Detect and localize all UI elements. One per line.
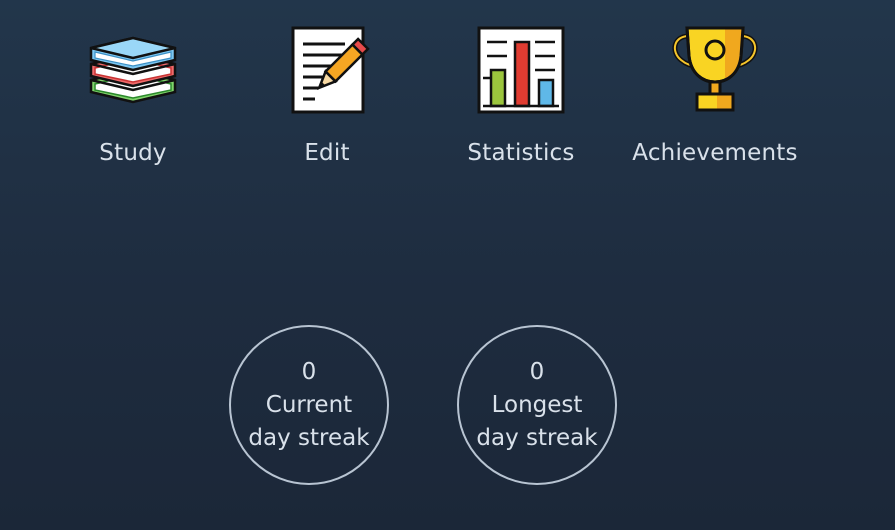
study-button[interactable]: Study (43, 22, 223, 182)
longest-streak-label-line1: Longest (491, 391, 583, 418)
longest-streak-label-line2: day streak (476, 424, 598, 451)
statistics-label: Statistics (467, 140, 575, 166)
trophy-icon (667, 22, 763, 118)
edit-document-icon (279, 22, 375, 118)
study-label: Study (99, 140, 167, 166)
achievements-button[interactable]: Achievements (625, 22, 805, 182)
achievements-label: Achievements (632, 140, 798, 166)
current-streak-label-line1: Current (265, 391, 353, 418)
current-streak-badge: 0 Current day streak (229, 325, 389, 485)
bar-chart-icon (473, 22, 569, 118)
statistics-button[interactable]: Statistics (431, 22, 611, 182)
longest-streak-value: 0 (529, 358, 545, 385)
edit-label: Edit (304, 140, 350, 166)
books-icon (85, 22, 181, 118)
edit-button[interactable]: Edit (237, 22, 417, 182)
current-streak-label-line2: day streak (248, 424, 370, 451)
longest-streak-badge: 0 Longest day streak (457, 325, 617, 485)
current-streak-value: 0 (301, 358, 317, 385)
